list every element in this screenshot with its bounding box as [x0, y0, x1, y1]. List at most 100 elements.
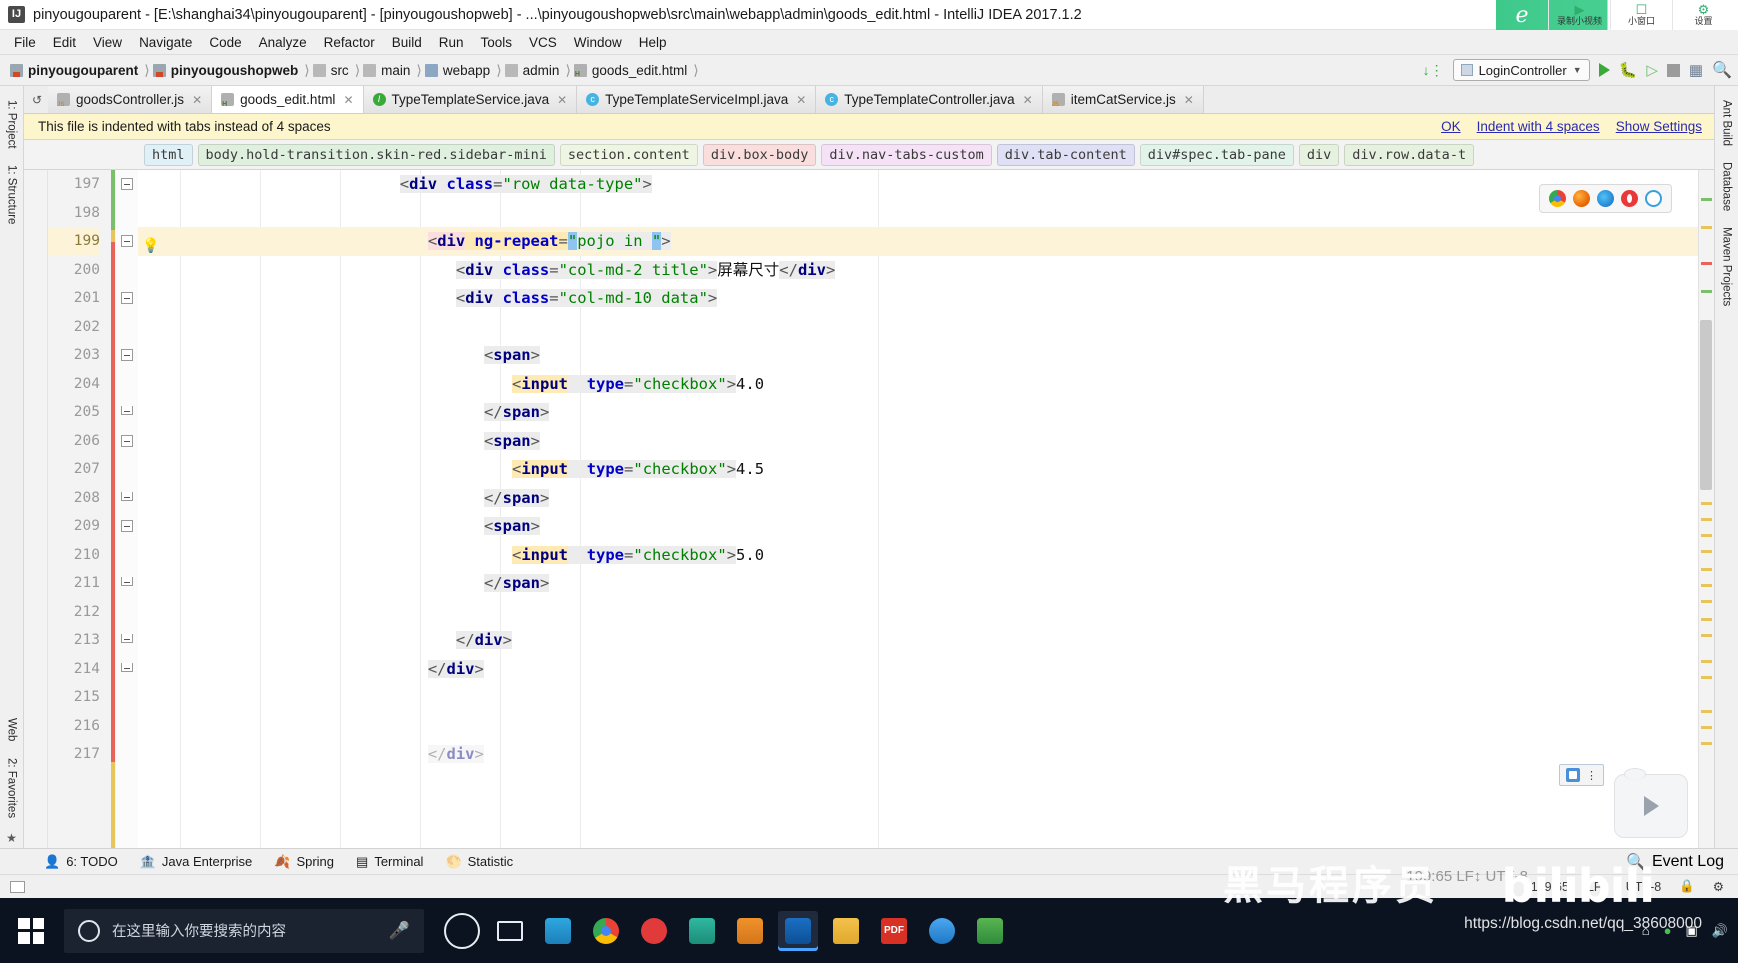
- sort-numeric-icon[interactable]: ↓⋮: [1423, 62, 1444, 79]
- scrollbar-thumb[interactable]: [1700, 320, 1712, 490]
- tool-spring[interactable]: 🍂 Spring: [274, 854, 334, 870]
- code-line[interactable]: <input type="checkbox">4.5: [138, 455, 1698, 484]
- taskbar-app-recorder[interactable]: [634, 911, 674, 951]
- taskbar-app-excel[interactable]: [970, 911, 1010, 951]
- taskbar-app-intellij[interactable]: [778, 910, 818, 951]
- sidebar-item-ant-build[interactable]: Ant Build: [1719, 94, 1735, 152]
- search-everywhere-icon[interactable]: 🔍: [1712, 60, 1732, 80]
- taskbar-app-explorer[interactable]: [826, 911, 866, 951]
- floating-inspection-chip[interactable]: ⋮: [1559, 764, 1604, 786]
- menu-view[interactable]: View: [93, 35, 122, 50]
- struct-crumb-div[interactable]: div: [1298, 143, 1340, 166]
- breadcrumb-item-src[interactable]: src: [312, 63, 352, 78]
- tab-goodsController-js[interactable]: goodsController.js ✕: [48, 86, 213, 113]
- close-icon[interactable]: ✕: [343, 93, 353, 107]
- chrome-icon[interactable]: [1549, 190, 1566, 207]
- code-line[interactable]: <span>: [138, 512, 1698, 541]
- taskbar-app-icons[interactable]: PDF: [424, 910, 1010, 951]
- fold-start-icon[interactable]: [121, 178, 133, 190]
- tool-todo[interactable]: 👤 6: TODO: [44, 854, 118, 870]
- struct-crumb-nav-tabs[interactable]: div.nav-tabs-custom: [821, 143, 992, 166]
- struct-crumb-tab-content[interactable]: div.tab-content: [996, 143, 1135, 166]
- scrollbar-marker[interactable]: [1701, 534, 1712, 537]
- sidebar-item-project[interactable]: 1: Project: [4, 94, 20, 155]
- menu-edit[interactable]: Edit: [53, 35, 76, 50]
- struct-crumb-spec[interactable]: div#spec.tab-pane: [1139, 143, 1294, 166]
- fold-start-icon[interactable]: [121, 349, 133, 361]
- struct-crumb-box-body[interactable]: div.box-body: [702, 143, 817, 166]
- close-icon[interactable]: ✕: [796, 93, 806, 107]
- fold-end-icon[interactable]: [121, 406, 133, 415]
- menu-refactor[interactable]: Refactor: [324, 35, 375, 50]
- menu-file[interactable]: File: [14, 35, 36, 50]
- code-line[interactable]: [138, 313, 1698, 342]
- editor-marker-scrollbar[interactable]: [1698, 170, 1714, 848]
- scrollbar-marker[interactable]: [1701, 550, 1712, 553]
- close-icon[interactable]: ✕: [1023, 93, 1033, 107]
- pin-tab-icon[interactable]: ↺: [26, 86, 48, 113]
- code-line[interactable]: </div>: [138, 626, 1698, 655]
- record-video-button[interactable]: ▶ 录制小视频: [1548, 0, 1610, 30]
- code-text-area[interactable]: <div class="row data-type"> 💡 <div ng-repe…: [138, 170, 1698, 848]
- taskbar-app-sublime[interactable]: [682, 911, 722, 951]
- lock-icon[interactable]: 🔒: [1679, 879, 1695, 894]
- menu-analyze[interactable]: Analyze: [259, 35, 307, 50]
- code-line[interactable]: </span>: [138, 484, 1698, 513]
- editor-tab-strip[interactable]: ↺ goodsController.js ✕ goods_edit.html ✕…: [24, 86, 1714, 114]
- code-line[interactable]: </div>: [138, 740, 1698, 769]
- code-line[interactable]: <span>: [138, 341, 1698, 370]
- html-structure-breadcrumb[interactable]: html body.hold-transition.skin-red.sideb…: [24, 140, 1714, 170]
- code-line[interactable]: [138, 683, 1698, 712]
- close-icon[interactable]: ✕: [1184, 93, 1194, 107]
- scrollbar-marker[interactable]: [1701, 584, 1712, 587]
- debug-icon[interactable]: 🐛: [1619, 61, 1638, 79]
- tab-goods-edit-html[interactable]: goods_edit.html ✕: [212, 86, 364, 113]
- run-with-coverage-icon[interactable]: ▷: [1646, 61, 1658, 79]
- code-line[interactable]: </span>: [138, 569, 1698, 598]
- scrollbar-marker[interactable]: [1701, 198, 1712, 201]
- screen-recorder-toolbar[interactable]: e ▶ 录制小视频 ☐ 小窗口 ⚙ 设置: [1496, 0, 1738, 30]
- fold-start-icon[interactable]: [121, 292, 133, 304]
- taskbar-app-pdf[interactable]: PDF: [874, 911, 914, 951]
- tool-terminal[interactable]: ▤ Terminal: [356, 854, 423, 870]
- tab-TypeTemplateServiceImpl-java[interactable]: c TypeTemplateServiceImpl.java ✕: [577, 86, 817, 113]
- breadcrumb-item-webapp[interactable]: webapp: [424, 63, 493, 78]
- scrollbar-marker[interactable]: [1701, 502, 1712, 505]
- code-line[interactable]: <span>: [138, 427, 1698, 456]
- run-icon[interactable]: [1598, 63, 1610, 77]
- code-line[interactable]: [138, 598, 1698, 627]
- floating-play-bubble[interactable]: [1614, 768, 1688, 838]
- scrollbar-marker[interactable]: [1701, 726, 1712, 729]
- database-icon[interactable]: ▦: [1689, 61, 1703, 79]
- microphone-icon[interactable]: 🎤: [389, 921, 410, 941]
- sidebar-item-favorites[interactable]: 2: Favorites: [4, 752, 20, 824]
- code-line[interactable]: [138, 712, 1698, 741]
- notification-indent-link[interactable]: Indent with 4 spaces: [1477, 119, 1600, 134]
- scrollbar-marker[interactable]: [1701, 742, 1712, 745]
- menu-vcs[interactable]: VCS: [529, 35, 557, 50]
- scrollbar-marker[interactable]: [1701, 660, 1712, 663]
- menu-code[interactable]: Code: [209, 35, 241, 50]
- sidebar-item-web[interactable]: Web: [4, 712, 20, 747]
- menu-run[interactable]: Run: [439, 35, 464, 50]
- code-line[interactable]: <input type="checkbox">4.0: [138, 370, 1698, 399]
- chip-menu-icon[interactable]: ⋮: [1586, 769, 1597, 782]
- code-line[interactable]: [138, 199, 1698, 228]
- scrollbar-marker[interactable]: [1701, 226, 1712, 229]
- sidebar-item-maven[interactable]: Maven Projects: [1719, 221, 1735, 312]
- code-line[interactable]: <div class="row data-type">: [138, 170, 1698, 199]
- fold-end-icon[interactable]: [121, 577, 133, 586]
- scrollbar-marker[interactable]: [1701, 634, 1712, 637]
- tool-statistic[interactable]: 🌕 Statistic: [445, 854, 513, 870]
- sidebar-item-database[interactable]: Database: [1719, 156, 1735, 217]
- sidebar-item-structure[interactable]: 1: Structure: [4, 159, 20, 230]
- windows-start-button[interactable]: [0, 898, 62, 963]
- breadcrumb-item-main[interactable]: main: [363, 63, 413, 78]
- fold-end-icon[interactable]: [121, 634, 133, 643]
- menu-window[interactable]: Window: [574, 35, 622, 50]
- code-folding-gutter[interactable]: [116, 170, 138, 848]
- scrollbar-marker[interactable]: [1701, 568, 1712, 571]
- menu-help[interactable]: Help: [639, 35, 667, 50]
- taskbar-app-chrome[interactable]: [586, 911, 626, 951]
- toggle-toolwindows-icon[interactable]: [10, 880, 25, 893]
